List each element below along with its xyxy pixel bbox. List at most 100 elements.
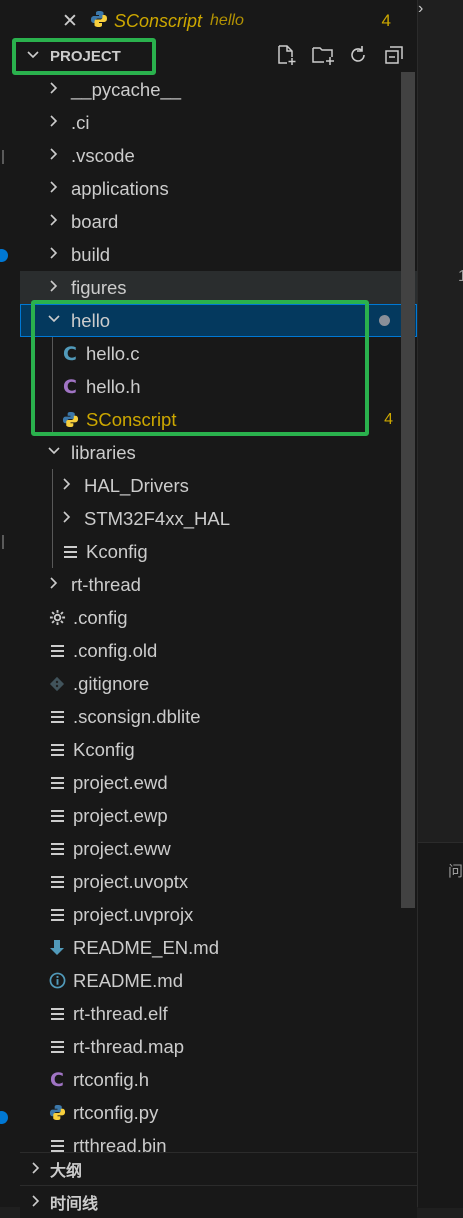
folder-item[interactable]: build: [20, 238, 417, 271]
file-item[interactable]: .gitignore: [20, 667, 417, 700]
git-icon: [47, 674, 67, 694]
tree-item-label: project.ewp: [73, 804, 168, 826]
panel-tab-problems[interactable]: 问: [448, 860, 463, 881]
chevron-right-icon: [47, 279, 61, 297]
text-file-icon: [47, 806, 67, 826]
line-number: 1: [458, 268, 463, 285]
file-tree: __pycache__ .ci .vscode applications board bu…: [20, 73, 417, 1153]
file-item[interactable]: project.uvprojx: [20, 898, 417, 931]
python-file-icon: [47, 1103, 67, 1123]
indent-guide: [52, 469, 53, 568]
tree-item-label: project.eww: [73, 837, 171, 859]
download-icon: [47, 938, 67, 958]
tree-item-label: rtconfig.py: [73, 1101, 159, 1123]
folder-item[interactable]: __pycache__: [20, 73, 417, 106]
text-file-icon: [47, 740, 67, 760]
activity-bar: [0, 0, 20, 1207]
editor-area: 1 问: [418, 0, 463, 1208]
chevron-right-icon: [47, 114, 61, 132]
open-editor-description: hello: [210, 12, 244, 29]
file-item[interactable]: README_EN.md: [20, 931, 417, 964]
chevron-right-icon: [47, 213, 61, 231]
activity-badge-dot: [0, 1111, 8, 1124]
folder-item[interactable]: rt-thread: [20, 568, 417, 601]
tree-item-label: rtconfig.h: [73, 1068, 150, 1090]
chevron-right-icon: [47, 81, 61, 99]
activity-glyph: [2, 150, 12, 164]
tree-item-label: Kconfig: [86, 540, 148, 562]
tree-item-label: rt-thread.elf: [73, 1002, 168, 1024]
file-item[interactable]: .config.old: [20, 634, 417, 667]
tree-item-label: Kconfig: [73, 738, 135, 760]
open-editor-item[interactable]: ✕ SConscript hello 4: [20, 0, 417, 42]
tree-item-label: .gitignore: [73, 672, 150, 694]
text-file-icon: [47, 707, 67, 727]
folder-item[interactable]: board: [20, 205, 417, 238]
tree-item-label: .vscode: [71, 144, 135, 166]
chevron-right-icon[interactable]: ›: [418, 0, 423, 18]
bottom-panel: [418, 842, 463, 1208]
tree-item-label: applications: [71, 177, 169, 199]
file-item[interactable]: rtconfig.py: [20, 1096, 417, 1129]
outline-section-header[interactable]: 大纲: [20, 1152, 417, 1185]
tree-item-label: .config.old: [73, 639, 158, 661]
annotation-box-project: [12, 38, 156, 75]
file-item[interactable]: rt-thread.elf: [20, 997, 417, 1030]
text-file-icon: [47, 872, 67, 892]
file-item[interactable]: README.md: [20, 964, 417, 997]
new-folder-icon[interactable]: [311, 44, 334, 66]
file-item[interactable]: Kconfig: [20, 733, 417, 766]
tree-item-label: .sconsign.dblite: [73, 705, 201, 727]
open-editor-name: SConscript: [114, 10, 203, 31]
collapse-all-icon[interactable]: [383, 44, 405, 66]
chevron-right-icon: [47, 180, 61, 198]
chevron-right-icon: [60, 510, 74, 528]
file-item[interactable]: rt-thread.map: [20, 1030, 417, 1063]
annotation-box-hello: [31, 300, 369, 436]
file-item[interactable]: Kconfig: [20, 535, 417, 568]
file-item[interactable]: .config: [20, 601, 417, 634]
folder-item[interactable]: applications: [20, 172, 417, 205]
gear-icon: [47, 608, 67, 628]
file-item[interactable]: project.eww: [20, 832, 417, 865]
tree-item-label: board: [71, 210, 119, 232]
folder-item[interactable]: .ci: [20, 106, 417, 139]
chevron-right-icon: [30, 1194, 50, 1211]
file-item[interactable]: rtthread.bin: [20, 1129, 417, 1153]
tree-item-label: STM32F4xx_HAL: [84, 507, 230, 529]
chevron-right-icon: [47, 576, 61, 594]
tree-item-label: project.ewd: [73, 771, 168, 793]
tree-item-label: build: [71, 243, 111, 265]
folder-item[interactable]: libraries: [20, 436, 417, 469]
close-icon[interactable]: ✕: [60, 10, 80, 33]
refresh-icon[interactable]: [347, 44, 369, 66]
activity-glyph: [2, 535, 12, 549]
text-file-icon: [60, 542, 80, 562]
text-file-icon: [47, 1136, 67, 1154]
timeline-section-header[interactable]: 时间线: [20, 1185, 417, 1218]
problems-count-badge: 4: [381, 11, 391, 30]
file-item[interactable]: Crtconfig.h: [20, 1063, 417, 1096]
chevron-right-icon: [30, 1161, 50, 1178]
chevron-down-icon: [47, 444, 61, 462]
timeline-title: 时间线: [50, 1196, 99, 1213]
tree-item-label: README.md: [73, 969, 183, 991]
h-file-icon: C: [50, 1068, 64, 1091]
file-item[interactable]: project.ewd: [20, 766, 417, 799]
tree-item-label: rt-thread: [71, 573, 141, 595]
file-item[interactable]: .sconsign.dblite: [20, 700, 417, 733]
file-item[interactable]: project.ewp: [20, 799, 417, 832]
folder-item[interactable]: HAL_Drivers: [20, 469, 417, 502]
problems-count-badge: 4: [384, 410, 393, 428]
text-file-icon: [47, 641, 67, 661]
folder-item[interactable]: STM32F4xx_HAL: [20, 502, 417, 535]
new-file-icon[interactable]: [275, 44, 297, 66]
scrollbar-thumb[interactable]: [401, 72, 415, 908]
tree-item-label: project.uvoptx: [73, 870, 189, 892]
info-icon: [47, 971, 67, 991]
tree-item-label: figures: [71, 276, 127, 298]
text-file-icon: [47, 773, 67, 793]
file-item[interactable]: project.uvoptx: [20, 865, 417, 898]
modified-dot-icon: [379, 315, 390, 326]
folder-item[interactable]: .vscode: [20, 139, 417, 172]
